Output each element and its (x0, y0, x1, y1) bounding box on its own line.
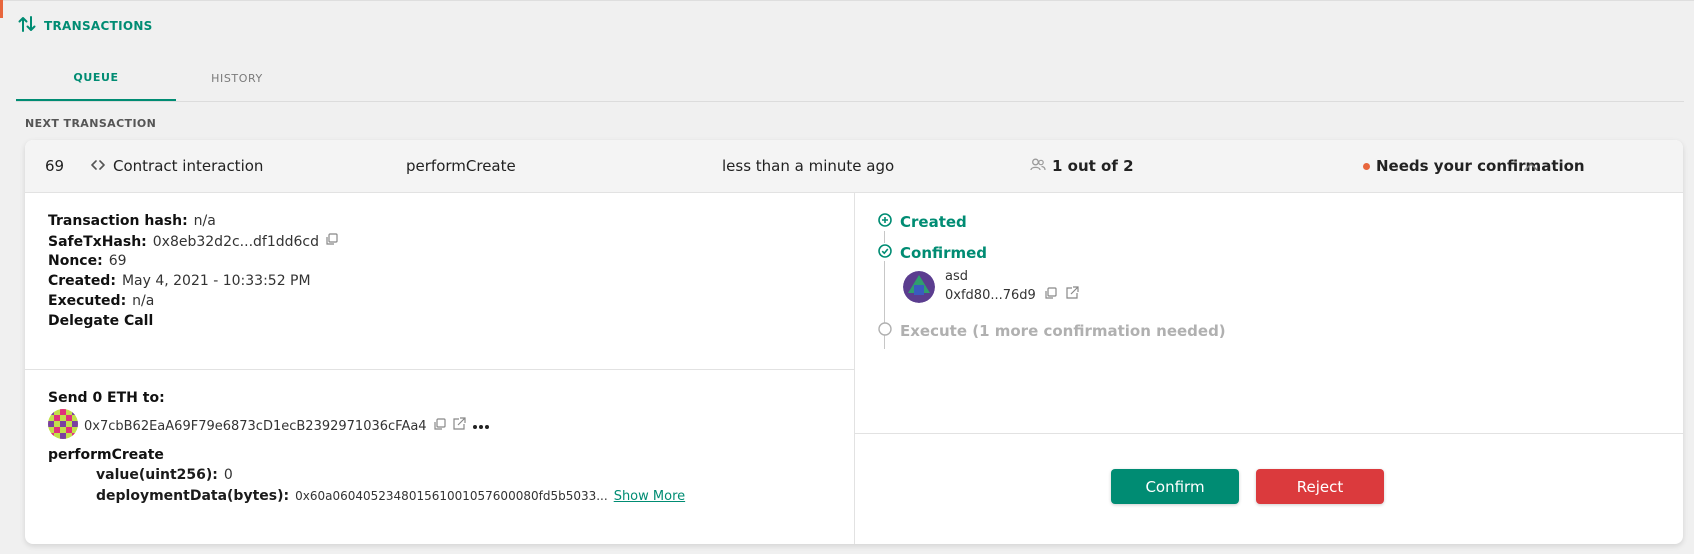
tab-queue[interactable]: QUEUE (16, 56, 176, 101)
owners-icon (1030, 157, 1046, 175)
nonce-cell: 69 (45, 157, 65, 175)
method-name-row: performCreate (48, 447, 164, 463)
send-to-label-row: Send 0 ETH to: (48, 390, 165, 406)
top-border (0, 0, 1694, 1)
confirmation-timeline: Created Confirmed asd 0xfd80...76d9 Exec… (855, 193, 1683, 434)
executed-value: n/a (132, 293, 155, 309)
collapse-button[interactable] (1524, 140, 1538, 192)
transaction-card: 69 Contract interaction performCreate le… (25, 140, 1683, 544)
recipient-address: 0x7cbB62EaA69F79e6873cD1ecB2392971036cFA… (84, 418, 427, 434)
type-cell: Contract interaction (91, 140, 263, 192)
timeline-confirmed: Confirmed (878, 244, 987, 262)
tx-hash-row: Transaction hash: n/a (48, 213, 216, 229)
more-options-icon[interactable] (472, 418, 490, 434)
time-cell: less than a minute ago (722, 157, 895, 175)
send-to-label: Send 0 ETH to: (48, 390, 165, 406)
created-value: May 4, 2021 - 10:33:52 PM (121, 273, 311, 289)
external-link-icon[interactable] (1065, 286, 1079, 304)
confirmations-cell: 1 out of 2 (1030, 140, 1134, 192)
external-link-icon[interactable] (452, 417, 466, 435)
reject-button[interactable]: Reject (1256, 469, 1384, 504)
nonce-value: 69 (108, 253, 127, 269)
recipient-avatar (48, 409, 78, 443)
status-dot (1363, 162, 1370, 170)
code-icon (91, 157, 105, 175)
action-buttons: Confirm Reject (855, 434, 1683, 544)
param-name: value(uint256): (96, 467, 218, 483)
timeline-line (884, 231, 885, 243)
owner-info: asd 0xfd80...76d9 (945, 269, 1079, 304)
param-deployment-row: deploymentData(bytes): 0x60a060405234801… (96, 488, 685, 504)
show-more-link[interactable]: Show More (614, 489, 685, 504)
top-accent (0, 0, 3, 18)
method-name: performCreate (48, 447, 164, 463)
safe-tx-hash-label: SafeTxHash: (48, 233, 147, 250)
timeline-execute-label: Execute (1 more confirmation needed) (900, 322, 1226, 340)
transaction-info: Transaction hash: n/a SafeTxHash: 0x8eb3… (25, 193, 854, 370)
owner-address: 0xfd80...76d9 (945, 287, 1036, 303)
executed-row: Executed: n/a (48, 293, 154, 309)
tx-hash-label: Transaction hash: (48, 213, 188, 229)
nonce-label: Nonce: (48, 253, 103, 269)
transactions-title: TRANSACTIONS (44, 19, 153, 33)
timeline-created: Created (878, 213, 967, 231)
owner-entry: asd 0xfd80...76d9 (903, 269, 1079, 304)
created-row: Created: May 4, 2021 - 10:33:52 PM (48, 273, 311, 289)
type-label: Contract interaction (113, 157, 264, 175)
owners-column: Created Confirmed asd 0xfd80...76d9 Exec… (855, 193, 1683, 544)
transactions-header: TRANSACTIONS (18, 16, 153, 36)
timeline-execute: Execute (1 more confirmation needed) (878, 322, 1226, 340)
transaction-summary-row[interactable]: 69 Contract interaction performCreate le… (25, 140, 1683, 193)
chevron-up-icon (1524, 157, 1538, 175)
copy-icon[interactable] (1044, 286, 1057, 304)
confirmations-count: 1 out of 2 (1052, 157, 1134, 175)
transactions-arrows-icon (18, 16, 36, 36)
confirm-button[interactable]: Confirm (1111, 469, 1239, 504)
status-text: Needs your confirmation (1376, 157, 1585, 175)
timeline-confirmed-label: Confirmed (900, 244, 988, 262)
delegate-call-label: Delegate Call (48, 313, 154, 329)
param-value: 0 (223, 467, 233, 483)
timeline-created-label: Created (900, 213, 967, 231)
transaction-details-column: Transaction hash: n/a SafeTxHash: 0x8eb3… (25, 193, 855, 544)
safe-tx-hash-value: 0x8eb32d2c...df1dd6cd (152, 233, 320, 250)
owner-name: asd (945, 269, 968, 284)
copy-icon[interactable] (325, 233, 338, 250)
nonce-row: Nonce: 69 (48, 253, 127, 269)
param-value-row: value(uint256): 0 (96, 467, 233, 483)
executed-label: Executed: (48, 293, 127, 309)
plus-circle-icon (878, 213, 892, 231)
method-cell: performCreate (406, 157, 516, 175)
param-value: 0x60a060405234801561001057600080fd5b5033… (295, 489, 608, 503)
owner-address-row: 0xfd80...76d9 (945, 286, 1079, 304)
created-label: Created: (48, 273, 116, 289)
recipient-row: 0x7cbB62EaA69F79e6873cD1ecB2392971036cFA… (48, 409, 490, 443)
delegate-call-row: Delegate Call (48, 313, 153, 329)
empty-circle-icon (878, 322, 892, 340)
tx-hash-value: n/a (193, 213, 216, 229)
safe-tx-hash-row: SafeTxHash: 0x8eb32d2c...df1dd6cd (48, 233, 338, 250)
owner-avatar (903, 270, 935, 303)
param-name: deploymentData(bytes): (96, 488, 290, 504)
next-transaction-label: NEXT TRANSACTION (25, 117, 157, 130)
copy-icon[interactable] (433, 417, 446, 435)
status-badge: Needs your confirmation (1363, 140, 1585, 192)
check-circle-icon (878, 244, 892, 262)
tab-history[interactable]: HISTORY (157, 56, 317, 100)
transaction-data: Send 0 ETH to: 0x7cbB62EaA69F79e6873cD1e… (25, 370, 854, 544)
tab-bar: QUEUE HISTORY (16, 56, 1684, 102)
